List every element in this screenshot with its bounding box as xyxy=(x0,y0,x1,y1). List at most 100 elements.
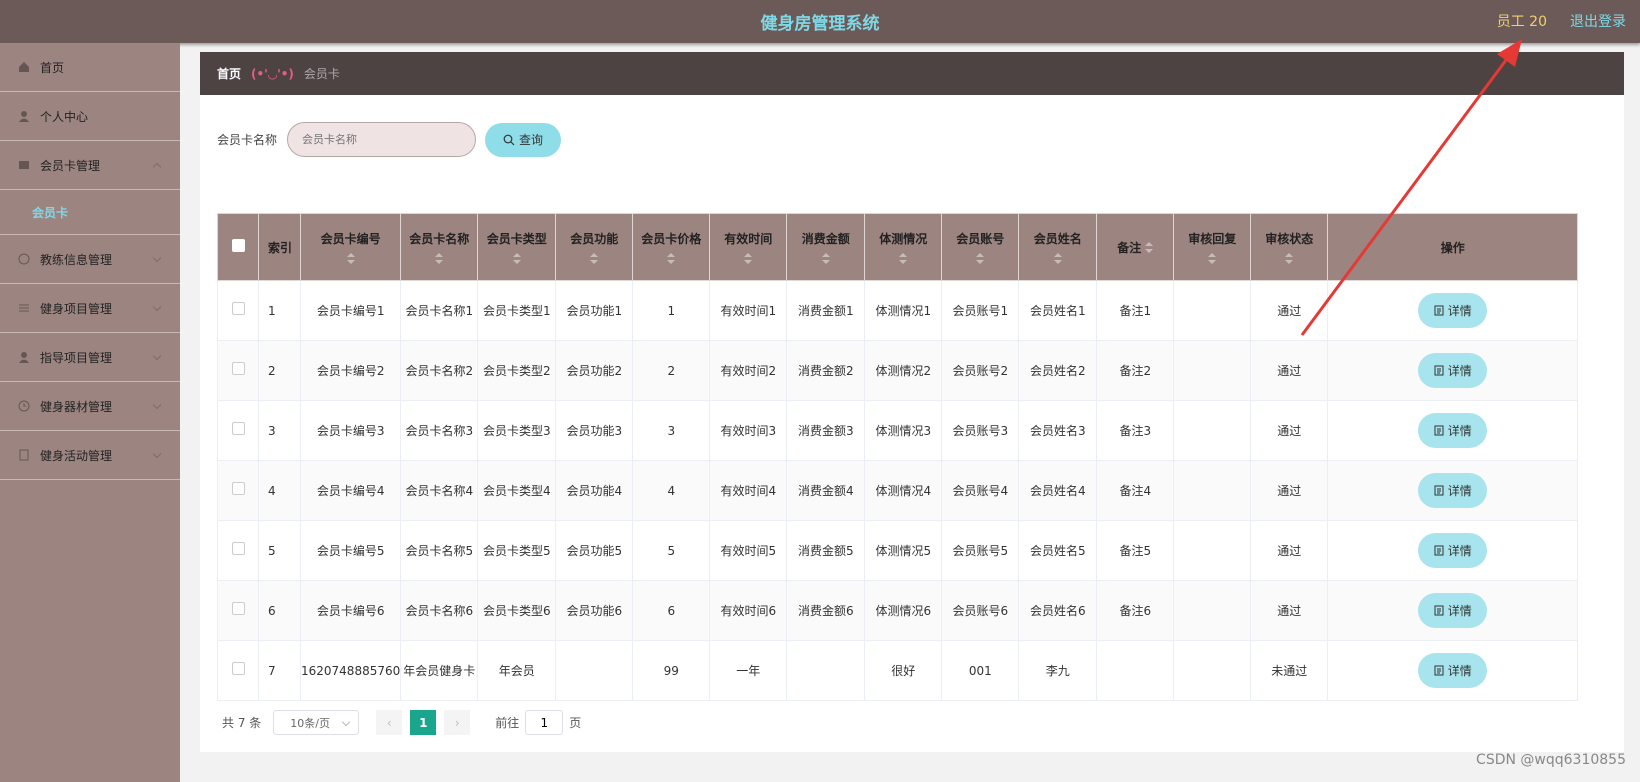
table-cell xyxy=(1173,580,1252,641)
row-checkbox[interactable] xyxy=(217,640,259,701)
table-cell: 会员卡名称6 xyxy=(400,580,479,641)
column-header[interactable]: 消费金额 xyxy=(786,213,866,281)
detail-button-label: 详情 xyxy=(1447,603,1472,618)
sidebar-item-label: 会员卡管理 xyxy=(40,158,101,173)
table-cell: 4 xyxy=(632,460,711,521)
sidebar-item-home[interactable]: 首页 xyxy=(0,43,180,92)
table-cell: 6 xyxy=(632,580,711,641)
table-cell: 2 xyxy=(258,340,301,401)
table-cell: 5 xyxy=(258,520,301,581)
search-bar: 会员卡名称 查询 xyxy=(217,122,562,157)
sidebar-item-equipment[interactable]: 健身器材管理 xyxy=(0,382,180,431)
table-cell: 体测情况4 xyxy=(864,460,943,521)
detail-button[interactable]: 详情 xyxy=(1418,533,1488,568)
sidebar-item-coach[interactable]: 教练信息管理 xyxy=(0,235,180,284)
table-cell: 会员卡编号1 xyxy=(299,280,402,341)
table-cell: 有效时间1 xyxy=(709,280,788,341)
page-size-select[interactable]: 10条/页 xyxy=(273,710,360,735)
sort-icon[interactable] xyxy=(590,252,599,265)
sort-icon[interactable] xyxy=(346,252,355,265)
sort-icon[interactable] xyxy=(1053,252,1062,265)
sort-icon[interactable] xyxy=(1285,252,1294,265)
sidebar-item-guidance[interactable]: 指导项目管理 xyxy=(0,333,180,382)
table-cell: 1 xyxy=(632,280,711,341)
column-header: 操作 xyxy=(1327,213,1579,281)
user-icon xyxy=(18,351,30,363)
column-header[interactable]: 会员卡名称 xyxy=(400,213,479,281)
sort-icon[interactable] xyxy=(667,252,676,265)
column-header[interactable]: 会员姓名 xyxy=(1018,213,1098,281)
column-header[interactable]: 备注 xyxy=(1096,213,1175,281)
logout-link[interactable]: 退出登录 xyxy=(1570,11,1626,31)
chevron-down-icon xyxy=(152,351,162,361)
sidebar-item-activity[interactable]: 健身活动管理 xyxy=(0,431,180,480)
detail-button[interactable]: 详情 xyxy=(1418,353,1488,388)
column-header[interactable]: 审核回复 xyxy=(1173,213,1252,281)
row-checkbox[interactable] xyxy=(217,520,259,581)
column-header[interactable]: 体测情况 xyxy=(864,213,943,281)
prev-page-button[interactable]: ‹ xyxy=(376,710,403,735)
sort-icon[interactable] xyxy=(1208,252,1217,265)
document-icon xyxy=(1434,485,1444,496)
table-cell: 会员功能5 xyxy=(555,520,634,581)
chevron-up-icon xyxy=(152,162,162,172)
column-header[interactable]: 会员卡编号 xyxy=(299,213,402,281)
breadcrumb-current: 会员卡 xyxy=(303,67,340,81)
sidebar-subitem-card[interactable]: 会员卡 xyxy=(0,190,180,235)
sort-icon[interactable] xyxy=(821,252,830,265)
table-cell xyxy=(1173,460,1252,521)
table-row: 1 会员卡编号1 会员卡名称1 会员卡类型1 会员功能1 1 有效时间1 消费金额1 体测情况1… xyxy=(217,280,1579,341)
select-all-checkbox[interactable] xyxy=(217,213,259,281)
table-cell: 会员账号5 xyxy=(941,520,1020,581)
table-cell: 1 xyxy=(258,280,301,341)
detail-button[interactable]: 详情 xyxy=(1418,653,1488,688)
column-header[interactable]: 有效时间 xyxy=(709,213,788,281)
table-cell: 体测情况2 xyxy=(864,340,943,401)
row-checkbox[interactable] xyxy=(217,400,259,461)
detail-button[interactable]: 详情 xyxy=(1418,293,1488,328)
row-checkbox[interactable] xyxy=(217,460,259,521)
column-header[interactable]: 会员卡类型 xyxy=(477,213,557,281)
table-cell: 有效时间3 xyxy=(709,400,788,461)
table-cell: 3 xyxy=(632,400,711,461)
sidebar-item-profile[interactable]: 个人中心 xyxy=(0,92,180,141)
sort-icon[interactable] xyxy=(435,252,444,265)
detail-button-label: 详情 xyxy=(1447,363,1472,378)
sidebar-item-fitness-project[interactable]: 健身项目管理 xyxy=(0,284,180,333)
sidebar-item-label: 首页 xyxy=(40,60,65,75)
sort-icon[interactable] xyxy=(899,252,908,265)
sort-icon[interactable] xyxy=(1145,242,1154,254)
next-page-button[interactable]: › xyxy=(444,710,471,735)
row-checkbox[interactable] xyxy=(217,340,259,401)
row-checkbox[interactable] xyxy=(217,580,259,641)
detail-button[interactable]: 详情 xyxy=(1418,593,1488,628)
table-cell xyxy=(1173,520,1252,581)
column-header[interactable]: 会员功能 xyxy=(555,213,634,281)
table-cell: 有效时间4 xyxy=(709,460,788,521)
info-icon xyxy=(18,253,30,265)
goto-page-input[interactable] xyxy=(525,710,564,735)
table-cell: 很好 xyxy=(864,640,943,701)
table-cell: 消费金额3 xyxy=(786,400,866,461)
table-cell: 会员姓名6 xyxy=(1018,580,1098,641)
detail-button[interactable]: 详情 xyxy=(1418,473,1488,508)
card-icon xyxy=(18,159,30,171)
card-name-input[interactable] xyxy=(287,122,477,157)
query-button[interactable]: 查询 xyxy=(485,122,562,157)
table-cell: 会员卡名称4 xyxy=(400,460,479,521)
table-cell: 会员卡名称1 xyxy=(400,280,479,341)
column-header[interactable]: 会员卡价格 xyxy=(632,213,711,281)
page-number[interactable]: 1 xyxy=(410,710,437,735)
sidebar-item-membership-card[interactable]: 会员卡管理 xyxy=(0,141,180,190)
column-header[interactable]: 审核状态 xyxy=(1250,213,1329,281)
breadcrumb-home[interactable]: 首页 xyxy=(217,65,241,82)
column-header[interactable]: 会员账号 xyxy=(941,213,1020,281)
detail-button[interactable]: 详情 xyxy=(1418,413,1488,448)
sort-icon[interactable] xyxy=(512,252,521,265)
sort-icon[interactable] xyxy=(744,252,753,265)
row-checkbox[interactable] xyxy=(217,280,259,341)
table-cell: 会员姓名5 xyxy=(1018,520,1098,581)
table-cell: 5 xyxy=(632,520,711,581)
chevron-down-icon xyxy=(152,253,162,263)
sort-icon[interactable] xyxy=(976,252,985,265)
